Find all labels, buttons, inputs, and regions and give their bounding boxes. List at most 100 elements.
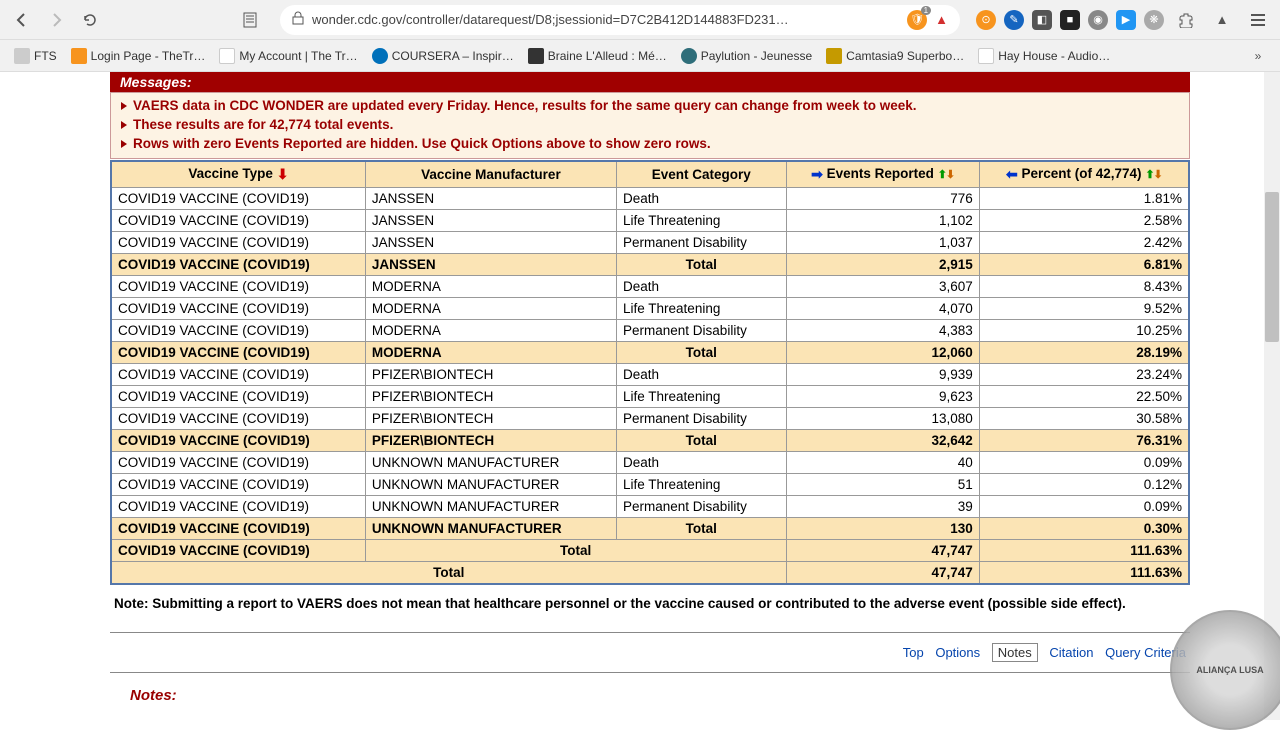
- bullet-icon: [121, 102, 127, 110]
- ext-icon[interactable]: ■: [1060, 10, 1080, 30]
- reader-icon[interactable]: [236, 6, 264, 34]
- cell-events: 40: [786, 451, 979, 473]
- ext-icon[interactable]: ◧: [1032, 10, 1052, 30]
- cell-events: 130: [786, 517, 979, 539]
- warning-icon[interactable]: ▲: [935, 12, 948, 27]
- ext-icon[interactable]: ◉: [1088, 10, 1108, 30]
- table-row: COVID19 VACCINE (COVID19)PFIZER\BIONTECH…: [111, 363, 1189, 385]
- menu-icon[interactable]: [1244, 6, 1272, 34]
- link-citation[interactable]: Citation: [1049, 645, 1093, 660]
- cell-percent: 0.09%: [979, 495, 1189, 517]
- bookmark-item[interactable]: Hay House - Audio…: [972, 44, 1116, 68]
- table-row: COVID19 VACCINE (COVID19)UNKNOWN MANUFAC…: [111, 473, 1189, 495]
- cell-total-label: Total: [617, 429, 787, 451]
- table-row: COVID19 VACCINE (COVID19)JANSSENDeath776…: [111, 187, 1189, 209]
- cell-events: 9,623: [786, 385, 979, 407]
- cell-manufacturer: PFIZER\BIONTECH: [365, 385, 616, 407]
- cell-vaccine-type: COVID19 VACCINE (COVID19): [111, 231, 365, 253]
- ext-icon[interactable]: ❋: [1144, 10, 1164, 30]
- cell-vaccine-type: COVID19 VACCINE (COVID19): [111, 319, 365, 341]
- link-notes[interactable]: Notes: [992, 643, 1038, 662]
- sort-arrows-icon: ⬆⬇: [938, 169, 954, 181]
- cell-percent: 0.12%: [979, 473, 1189, 495]
- col-percent[interactable]: ⬅ Percent (of 42,774) ⬆⬇: [979, 161, 1189, 188]
- link-options[interactable]: Options: [935, 645, 980, 660]
- cell-vaccine-type: COVID19 VACCINE (COVID19): [111, 539, 365, 561]
- cell-percent: 8.43%: [979, 275, 1189, 297]
- cell-events: 12,060: [786, 341, 979, 363]
- forward-button[interactable]: [42, 6, 70, 34]
- table-row-grand-total: Total47,747111.63%: [111, 561, 1189, 584]
- notes-section-header: Notes:: [110, 681, 1190, 704]
- ext-icon[interactable]: ⊙: [976, 10, 996, 30]
- cell-events: 3,607: [786, 275, 979, 297]
- url-bar[interactable]: wonder.cdc.gov/controller/datarequest/D8…: [280, 5, 960, 35]
- cell-events: 4,070: [786, 297, 979, 319]
- page-content: Messages: VAERS data in CDC WONDER are u…: [0, 72, 1280, 720]
- rewards-icon[interactable]: ▲: [1208, 6, 1236, 34]
- cell-manufacturer: UNKNOWN MANUFACTURER: [365, 451, 616, 473]
- bookmark-item[interactable]: Camtasia9 Superbo…: [820, 44, 970, 68]
- cell-events: 47,747: [786, 561, 979, 584]
- col-vaccine-type[interactable]: Vaccine Type ⬇: [111, 161, 365, 188]
- table-row: COVID19 VACCINE (COVID19)UNKNOWN MANUFAC…: [111, 451, 1189, 473]
- cell-manufacturer: JANSSEN: [365, 253, 616, 275]
- scrollbar-thumb[interactable]: [1265, 192, 1279, 342]
- table-row: COVID19 VACCINE (COVID19)JANSSENLife Thr…: [111, 209, 1189, 231]
- ext-icon[interactable]: ✎: [1004, 10, 1024, 30]
- back-button[interactable]: [8, 6, 36, 34]
- bookmark-item[interactable]: My Account | The Tr…: [213, 44, 363, 68]
- bookmark-item[interactable]: Login Page - TheTr…: [65, 44, 212, 68]
- cell-manufacturer: PFIZER\BIONTECH: [365, 429, 616, 451]
- table-row: COVID19 VACCINE (COVID19)UNKNOWN MANUFAC…: [111, 495, 1189, 517]
- messages-header: Messages:: [110, 72, 1190, 92]
- disclaimer-note: Note: Submitting a report to VAERS does …: [110, 585, 1190, 624]
- bookmark-item[interactable]: COURSERA – Inspir…: [366, 44, 520, 68]
- brave-shield-icon[interactable]: 🛡1: [907, 10, 927, 30]
- bookmarks-overflow[interactable]: »: [1244, 42, 1272, 70]
- cell-category: Life Threatening: [617, 297, 787, 319]
- messages-box: VAERS data in CDC WONDER are updated eve…: [110, 92, 1190, 159]
- cell-vaccine-type: COVID19 VACCINE (COVID19): [111, 253, 365, 275]
- cell-total-label: Total: [617, 253, 787, 275]
- cell-percent: 76.31%: [979, 429, 1189, 451]
- cell-events: 32,642: [786, 429, 979, 451]
- table-row: COVID19 VACCINE (COVID19)MODERNATotal12,…: [111, 341, 1189, 363]
- extensions-icon[interactable]: [1172, 6, 1200, 34]
- cell-percent: 23.24%: [979, 363, 1189, 385]
- col-event-category[interactable]: Event Category: [617, 161, 787, 188]
- cell-percent: 0.09%: [979, 451, 1189, 473]
- cell-percent: 0.30%: [979, 517, 1189, 539]
- arrow-right-icon: ➡: [811, 166, 823, 183]
- cell-manufacturer: MODERNA: [365, 275, 616, 297]
- message-line: These results are for 42,774 total event…: [111, 116, 1189, 135]
- cell-category: Permanent Disability: [617, 319, 787, 341]
- reload-button[interactable]: [76, 6, 104, 34]
- cell-total-label: Total: [617, 517, 787, 539]
- col-events-reported[interactable]: ➡ Events Reported ⬆⬇: [786, 161, 979, 188]
- cell-percent: 22.50%: [979, 385, 1189, 407]
- col-manufacturer[interactable]: Vaccine Manufacturer: [365, 161, 616, 188]
- ext-icon[interactable]: ▶: [1116, 10, 1136, 30]
- link-top[interactable]: Top: [903, 645, 924, 660]
- lock-icon: [292, 11, 304, 28]
- cell-manufacturer: JANSSEN: [365, 209, 616, 231]
- cell-vaccine-type: COVID19 VACCINE (COVID19): [111, 363, 365, 385]
- cell-manufacturer: PFIZER\BIONTECH: [365, 363, 616, 385]
- cell-events: 1,102: [786, 209, 979, 231]
- cell-total-label: Total: [111, 561, 786, 584]
- sort-down-icon: ⬇: [277, 166, 289, 183]
- cell-percent: 1.81%: [979, 187, 1189, 209]
- bookmark-item[interactable]: Braine L'Alleud : Mé…: [522, 44, 673, 68]
- cell-category: Death: [617, 187, 787, 209]
- cell-percent: 111.63%: [979, 539, 1189, 561]
- cell-total-label: Total: [365, 539, 786, 561]
- separator: [110, 632, 1190, 633]
- cell-vaccine-type: COVID19 VACCINE (COVID19): [111, 429, 365, 451]
- table-row: COVID19 VACCINE (COVID19)PFIZER\BIONTECH…: [111, 407, 1189, 429]
- bookmark-item[interactable]: FTS: [8, 44, 63, 68]
- table-row: COVID19 VACCINE (COVID19)MODERNAPermanen…: [111, 319, 1189, 341]
- bookmark-item[interactable]: Paylution - Jeunesse: [675, 44, 818, 68]
- extension-icons: ⊙ ✎ ◧ ■ ◉ ▶ ❋ ▲: [976, 6, 1272, 34]
- cell-manufacturer: MODERNA: [365, 297, 616, 319]
